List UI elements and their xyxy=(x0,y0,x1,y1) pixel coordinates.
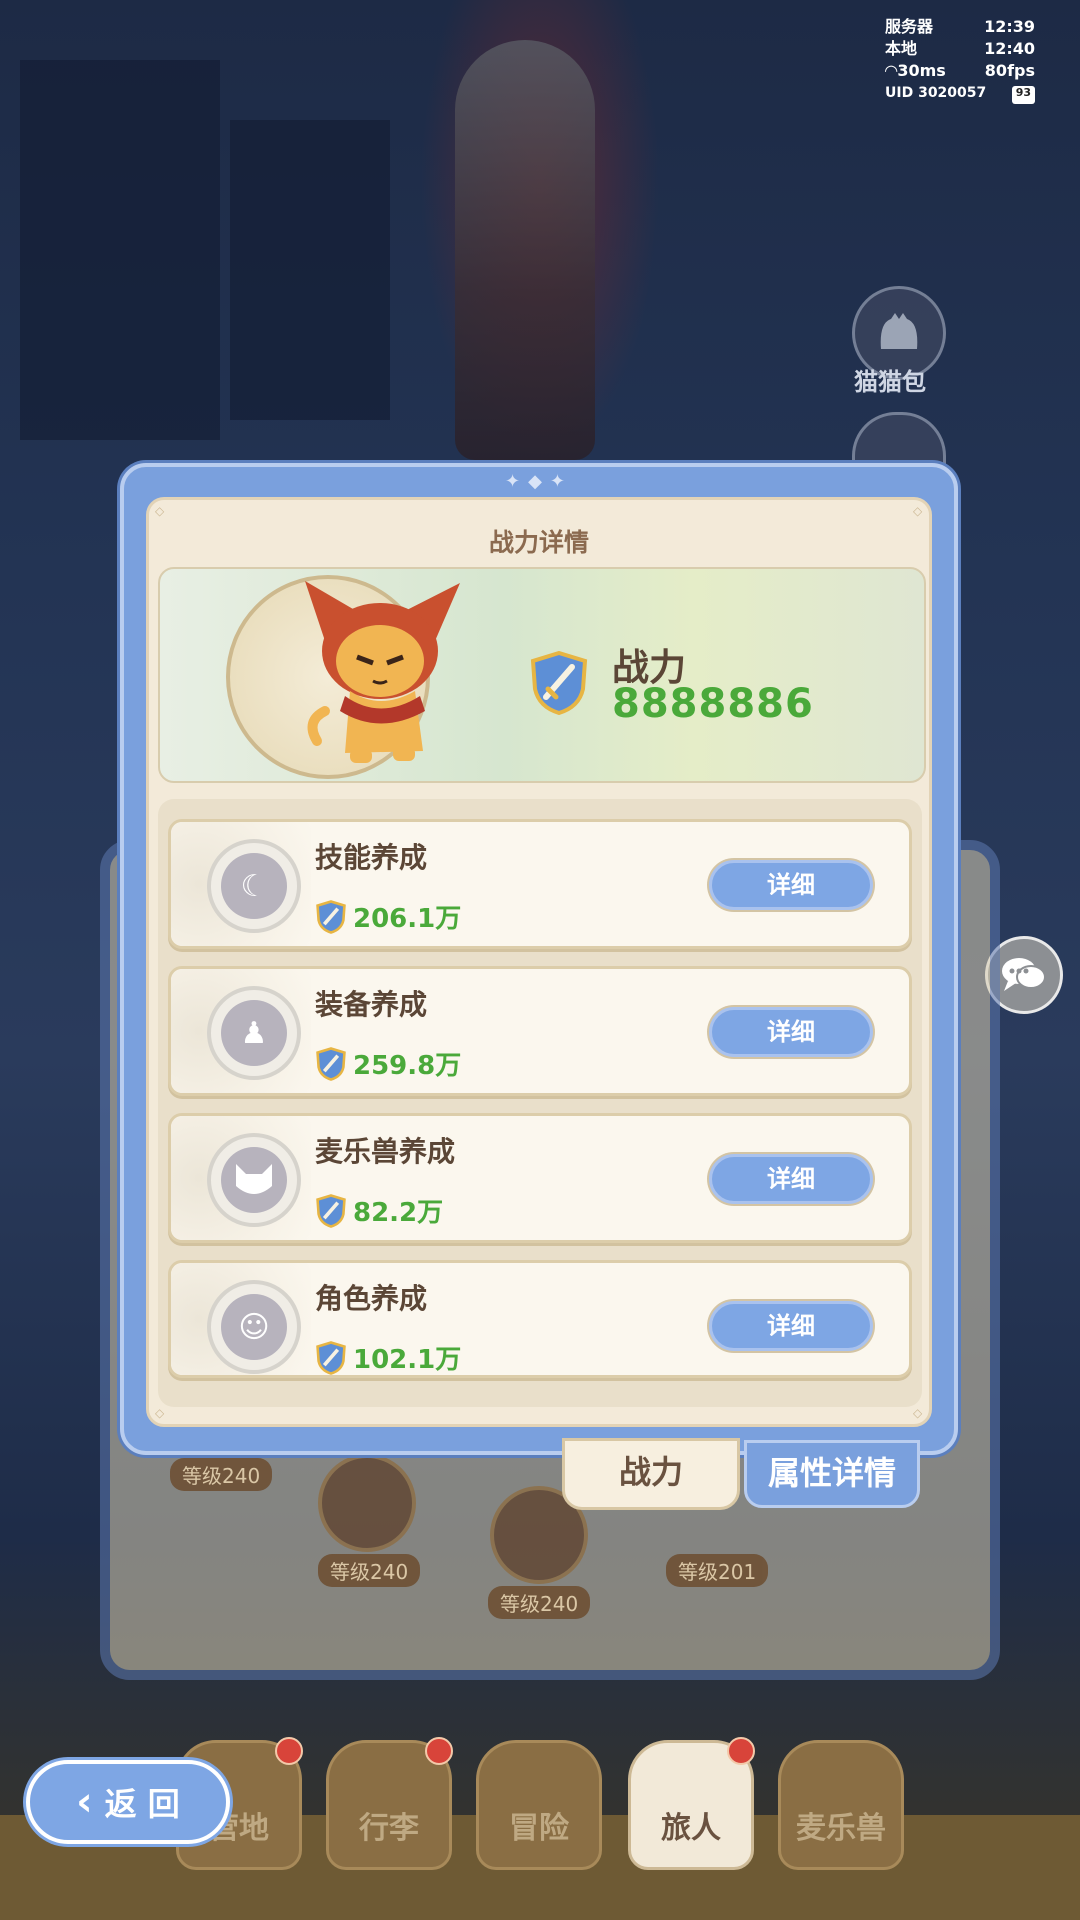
local-time: 12:40 xyxy=(984,39,1035,58)
list-item-character: ☺ 角色养成 102.1万 详细 xyxy=(168,1260,912,1378)
item-badge: ☺ xyxy=(207,1280,301,1374)
item-name: 技能养成 xyxy=(315,841,428,874)
power-shield-icon xyxy=(316,900,346,934)
power-shield-icon xyxy=(316,1341,346,1375)
corner-ornament-icon: ◇ xyxy=(913,504,923,518)
corner-ornament-icon: ◇ xyxy=(155,1406,165,1420)
corner-ornament-icon: ◇ xyxy=(913,1406,923,1420)
server-time: 12:39 xyxy=(984,17,1035,36)
wifi-icon: ◠ xyxy=(885,61,898,80)
character-head-icon: ☺ xyxy=(221,1294,287,1360)
notification-dot xyxy=(727,1737,755,1765)
list-item-equipment: ♟ 装备养成 259.8万 详细 xyxy=(168,966,912,1096)
back-arrow-icon: ‹ xyxy=(76,1779,93,1825)
cat-bag-label: 猫猫包 xyxy=(854,368,926,396)
tab-power[interactable]: 战力 xyxy=(562,1438,740,1510)
moon-star-icon: ☾ xyxy=(221,853,287,919)
power-summary-card: 战力 8888886 xyxy=(158,567,926,783)
level-badge: 等级201 xyxy=(666,1554,769,1587)
background-building xyxy=(230,120,390,420)
notification-dot xyxy=(425,1737,453,1765)
notification-dot xyxy=(275,1737,303,1765)
power-breakdown-list: ☾ 技能养成 206.1万 详细 ♟ 装备养成 259.8万 详细 麦乐兽养成 … xyxy=(158,799,922,1407)
uid-text: UID 3020057 xyxy=(885,85,987,101)
item-value: 102.1万 xyxy=(353,1345,462,1375)
chat-bubble-icon xyxy=(1002,958,1046,991)
ping-value: 30ms xyxy=(897,61,946,80)
detail-button[interactable]: 详细 xyxy=(709,1007,873,1057)
detail-button[interactable]: 详细 xyxy=(709,1154,873,1204)
nav-label: 冒险 xyxy=(509,1811,569,1846)
item-name: 麦乐兽养成 xyxy=(315,1135,456,1168)
status-overlay: 服务器 12:39 本地 12:40 ◠30ms 80fps UID 3020057 9… xyxy=(885,16,1035,104)
background-character xyxy=(455,40,595,460)
level-badge: 等级240 xyxy=(170,1458,273,1491)
detail-button[interactable]: 详细 xyxy=(709,1301,873,1351)
cat-face-icon xyxy=(221,1147,287,1213)
list-item-skill: ☾ 技能养成 206.1万 详细 xyxy=(168,819,912,949)
item-badge: ☾ xyxy=(207,839,301,933)
nav-item-traveler[interactable]: 旅人 xyxy=(628,1737,755,1870)
nav-item-adventure[interactable]: 冒险 xyxy=(476,1740,602,1870)
cloak-icon: ♟ xyxy=(221,1000,287,1066)
nav-label: 旅人 xyxy=(661,1811,721,1846)
nav-label: 麦乐兽 xyxy=(796,1811,886,1846)
power-shield-icon xyxy=(316,1194,346,1228)
detail-button[interactable]: 详细 xyxy=(709,860,873,910)
item-name: 角色养成 xyxy=(315,1282,428,1315)
nav-item-luggage[interactable]: 行李 xyxy=(326,1737,453,1870)
local-label: 本地 xyxy=(885,39,918,58)
ping-readout: ◠30ms xyxy=(885,60,946,82)
power-detail-modal: ✦◆✦ ◇ ◇ ◇ ◇ 战力详情 战力 8888886 ☾ 技能养成 206.1… xyxy=(120,463,958,1455)
background-building xyxy=(20,60,220,440)
nav-label: 行李 xyxy=(359,1811,419,1846)
cat-face-glyph-icon xyxy=(236,1164,272,1194)
item-value: 206.1万 xyxy=(353,904,462,934)
power-value: 8888886 xyxy=(612,681,814,727)
corner-ornament-icon: ◇ xyxy=(155,504,165,518)
item-badge xyxy=(207,1133,301,1227)
item-badge: ♟ xyxy=(207,986,301,1080)
item-name: 装备养成 xyxy=(315,988,428,1021)
nav-item-pet[interactable]: 麦乐兽 xyxy=(778,1740,904,1870)
tab-attribute-details[interactable]: 属性详情 xyxy=(744,1440,920,1508)
ornament-icon: ✦◆✦ xyxy=(504,471,574,492)
item-value: 82.2万 xyxy=(353,1198,444,1228)
server-label: 服务器 xyxy=(885,17,934,36)
list-item-pet: 麦乐兽养成 82.2万 详细 xyxy=(168,1113,912,1243)
power-shield-icon xyxy=(316,1047,346,1081)
background-item-circle xyxy=(318,1454,416,1552)
back-button-label: 返 回 xyxy=(104,1785,180,1823)
modal-title: 战力详情 xyxy=(488,528,589,557)
power-shield-icon xyxy=(530,651,588,715)
battery-indicator: 93 xyxy=(1011,86,1035,104)
cat-mascot-icon xyxy=(305,581,460,763)
back-button[interactable]: ‹ 返 回 xyxy=(26,1760,230,1844)
level-badge: 等级240 xyxy=(318,1554,421,1587)
fps-readout: 80fps xyxy=(984,61,1035,80)
level-badge: 等级240 xyxy=(488,1586,591,1619)
item-value: 259.8万 xyxy=(353,1051,462,1081)
